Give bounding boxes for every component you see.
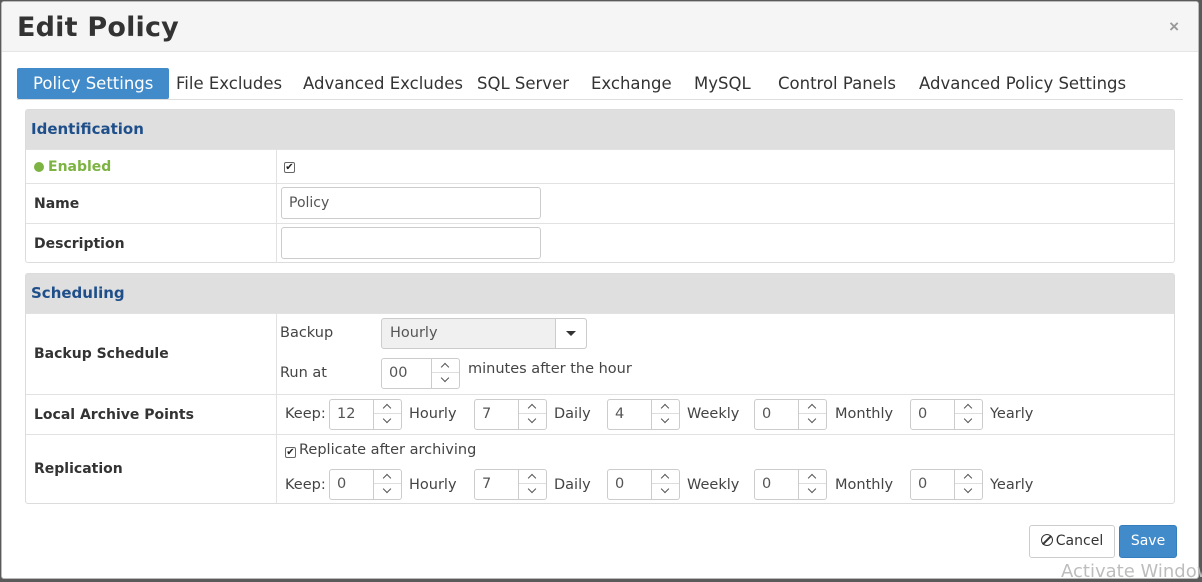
chevron-up-icon[interactable] bbox=[652, 470, 679, 484]
chevron-down-icon[interactable] bbox=[955, 484, 982, 498]
chevron-down-icon[interactable] bbox=[374, 484, 401, 498]
chevron-up-icon[interactable] bbox=[799, 400, 826, 414]
description-row: Description bbox=[26, 223, 1174, 263]
tab-policy-settings[interactable]: Policy Settings bbox=[17, 68, 170, 99]
replication-row: Replication ✔ Replicate after archiving … bbox=[26, 434, 1174, 503]
chevron-up-icon[interactable] bbox=[652, 400, 679, 414]
archive-hourly-stepper[interactable]: 12 bbox=[329, 399, 402, 430]
identification-heading: Identification bbox=[26, 110, 1174, 149]
tab-file-excludes[interactable]: File Excludes bbox=[160, 68, 298, 99]
scheduling-panel: Scheduling Backup Schedule Backup Hourly… bbox=[25, 273, 1175, 504]
archive-weekly-unit: Weekly bbox=[687, 406, 740, 422]
replication-label: Replication bbox=[34, 461, 123, 477]
chevron-up-icon[interactable] bbox=[432, 359, 459, 373]
replication-hourly-stepper[interactable]: 0 bbox=[329, 469, 402, 500]
replication-weekly-stepper[interactable]: 0 bbox=[607, 469, 680, 500]
archive-weekly-stepper[interactable]: 4 bbox=[607, 399, 680, 430]
description-input[interactable] bbox=[281, 227, 541, 259]
tab-control-panels[interactable]: Control Panels bbox=[762, 68, 912, 99]
chevron-up-icon[interactable] bbox=[799, 470, 826, 484]
enabled-label: Enabled bbox=[34, 159, 111, 175]
chevron-up-icon[interactable] bbox=[374, 470, 401, 484]
enabled-row: Enabled ✔ bbox=[26, 149, 1174, 183]
name-row: Name Policy bbox=[26, 183, 1174, 223]
chevron-down-icon[interactable] bbox=[374, 414, 401, 428]
name-label: Name bbox=[34, 195, 80, 212]
activate-windows-watermark: Activate Window bbox=[1061, 561, 1202, 582]
tab-sql-server[interactable]: SQL Server bbox=[461, 68, 585, 99]
replication-hourly-unit: Hourly bbox=[409, 477, 457, 493]
keep-label: Keep: bbox=[285, 477, 326, 493]
name-input[interactable]: Policy bbox=[281, 187, 541, 219]
tab-bar: Policy Settings File Excludes Advanced E… bbox=[17, 68, 1183, 100]
tab-advanced-excludes[interactable]: Advanced Excludes bbox=[287, 68, 479, 99]
archive-monthly-unit: Monthly bbox=[835, 406, 894, 422]
modal-header: Edit Policy × bbox=[2, 2, 1198, 52]
tab-exchange[interactable]: Exchange bbox=[575, 68, 688, 99]
chevron-up-icon[interactable] bbox=[955, 400, 982, 414]
enabled-checkbox[interactable]: ✔ bbox=[284, 162, 295, 173]
run-at-label: Run at bbox=[280, 365, 327, 381]
edit-policy-modal: Edit Policy × Policy Settings File Exclu… bbox=[1, 1, 1199, 579]
backup-frequency-value: Hourly bbox=[390, 325, 438, 341]
chevron-up-icon[interactable] bbox=[519, 400, 546, 414]
archive-yearly-stepper[interactable]: 0 bbox=[910, 399, 983, 430]
chevron-up-icon[interactable] bbox=[374, 400, 401, 414]
backup-label: Backup bbox=[280, 325, 334, 341]
status-dot-icon bbox=[34, 161, 44, 172]
tab-mysql[interactable]: MySQL bbox=[678, 68, 767, 99]
chevron-up-icon[interactable] bbox=[955, 470, 982, 484]
local-archive-label: Local Archive Points bbox=[34, 406, 194, 423]
chevron-down-icon[interactable] bbox=[652, 484, 679, 498]
replication-yearly-unit: Yearly bbox=[990, 477, 1034, 493]
archive-yearly-unit: Yearly bbox=[990, 406, 1034, 422]
replication-yearly-stepper[interactable]: 0 bbox=[910, 469, 983, 500]
caret-down-icon bbox=[566, 331, 576, 336]
replicate-checkbox-label: Replicate after archiving bbox=[299, 442, 477, 458]
run-at-suffix: minutes after the hour bbox=[468, 361, 632, 377]
run-at-stepper[interactable]: 00 bbox=[381, 358, 460, 389]
chevron-down-icon[interactable] bbox=[955, 414, 982, 428]
scheduling-heading: Scheduling bbox=[26, 274, 1174, 313]
replication-daily-unit: Daily bbox=[554, 477, 591, 493]
description-label: Description bbox=[34, 235, 125, 252]
tab-advanced-policy-settings[interactable]: Advanced Policy Settings bbox=[903, 68, 1142, 99]
modal-title: Edit Policy bbox=[17, 12, 179, 43]
archive-hourly-unit: Hourly bbox=[409, 406, 457, 422]
ban-icon bbox=[1040, 534, 1053, 546]
chevron-down-icon[interactable] bbox=[799, 484, 826, 498]
backup-frequency-select[interactable]: Hourly bbox=[381, 318, 587, 349]
chevron-up-icon[interactable] bbox=[519, 470, 546, 484]
backup-schedule-row: Backup Schedule Backup Hourly Run at 00 … bbox=[26, 313, 1174, 394]
chevron-down-icon[interactable] bbox=[652, 414, 679, 428]
save-button[interactable]: Save bbox=[1119, 525, 1177, 558]
chevron-down-icon[interactable] bbox=[432, 373, 459, 387]
replication-weekly-unit: Weekly bbox=[687, 477, 740, 493]
chevron-down-icon[interactable] bbox=[799, 414, 826, 428]
archive-daily-stepper[interactable]: 7 bbox=[474, 399, 547, 430]
replicate-checkbox[interactable]: ✔ bbox=[285, 447, 296, 458]
identification-panel: Identification Enabled ✔ Name Policy Des… bbox=[25, 109, 1175, 263]
cancel-button[interactable]: Cancel bbox=[1029, 525, 1115, 558]
archive-daily-unit: Daily bbox=[554, 406, 591, 422]
archive-monthly-stepper[interactable]: 0 bbox=[754, 399, 827, 430]
replication-daily-stepper[interactable]: 7 bbox=[474, 469, 547, 500]
local-archive-row: Local Archive Points Keep: 12 Hourly 7 D… bbox=[26, 394, 1174, 434]
chevron-down-icon[interactable] bbox=[519, 484, 546, 498]
keep-label: Keep: bbox=[285, 406, 326, 422]
replication-monthly-stepper[interactable]: 0 bbox=[754, 469, 827, 500]
replication-monthly-unit: Monthly bbox=[835, 477, 894, 493]
backup-schedule-label: Backup Schedule bbox=[34, 346, 169, 362]
close-icon[interactable]: × bbox=[1169, 18, 1179, 35]
chevron-down-icon[interactable] bbox=[519, 414, 546, 428]
